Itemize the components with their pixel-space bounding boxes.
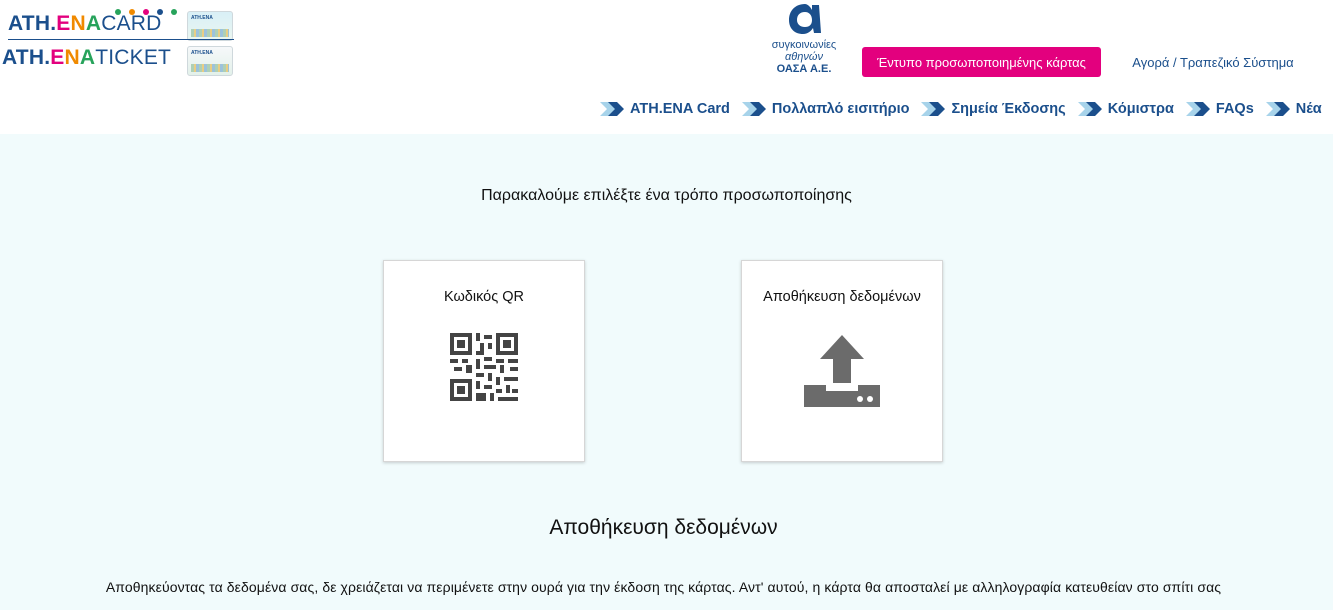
site-header: ATH.ENACARD ATH.ENA ATH.ENATICKET ATH.EN… xyxy=(0,0,1333,134)
nav-label: Σημεία Έκδοσης xyxy=(951,101,1066,117)
athena-ticket-logo[interactable]: ATH.ENATICKET ATH.ENA xyxy=(0,42,240,76)
nav-item-faqs[interactable]: FAQs xyxy=(1185,98,1254,120)
option-title: Κωδικός QR xyxy=(443,289,524,305)
oasa-line2: αθηνών xyxy=(785,51,823,63)
athena-logo[interactable]: ATH.ENACARD ATH.ENA ATH.ENATICKET ATH.EN… xyxy=(0,6,240,78)
qr-code-icon xyxy=(450,333,518,401)
nav-item-multi-ticket[interactable]: Πολλαπλό εισιτήριο xyxy=(741,98,910,120)
purchase-banking-link[interactable]: Αγορά / Τραπεζικό Σύστημα xyxy=(1124,55,1302,70)
data-storage-option[interactable]: Αποθήκευση δεδομένων xyxy=(741,260,943,462)
nav-label: Κόμιστρα xyxy=(1107,101,1174,117)
logo-card-text: ATH.ENACARD xyxy=(8,12,162,35)
nav-item-issue-points[interactable]: Σημεία Έκδοσης xyxy=(921,98,1066,120)
personalization-prompt: Παρακαλούμε επιλέξτε ένα τρόπο προσωποπο… xyxy=(481,187,852,204)
nav-label: Νέα xyxy=(1295,101,1322,117)
upload-icon xyxy=(804,335,880,407)
chevron-right-icon xyxy=(1077,102,1102,116)
nav-label: Πολλαπλό εισιτήριο xyxy=(771,101,910,117)
main-content: Παρακαλούμε επιλέξτε ένα τρόπο προσωποπο… xyxy=(0,134,1333,610)
chevron-right-icon xyxy=(1185,102,1210,116)
oasa-alpha-icon xyxy=(789,4,821,34)
nav-item-fares[interactable]: Κόμιστρα xyxy=(1077,98,1174,120)
athena-ticket-thumbnail: ATH.ENA xyxy=(187,46,233,76)
logo-divider xyxy=(8,39,234,40)
oasa-line1: συγκοινωνίες xyxy=(771,39,837,51)
nav-item-athena-card[interactable]: ATH.ENA Card xyxy=(600,98,730,120)
nav-label: ATH.ENA Card xyxy=(630,101,730,117)
chevron-right-icon xyxy=(1265,102,1290,116)
personalized-card-form-button[interactable]: Έντυπο προσωποποιημένης κάρτας xyxy=(862,47,1101,77)
chevron-right-icon xyxy=(741,102,766,116)
oasa-line3: ΟΑΣΑ Α.Ε. xyxy=(776,63,832,75)
chevron-right-icon xyxy=(921,102,946,116)
athena-card-thumbnail: ATH.ENA xyxy=(187,11,233,41)
section-title: Αποθήκευση δεδομένων xyxy=(549,516,778,539)
option-title: Αποθήκευση δεδομένων xyxy=(763,289,921,305)
athena-card-logo[interactable]: ATH.ENACARD ATH.ENA xyxy=(0,8,240,42)
nav-item-news[interactable]: Νέα xyxy=(1265,98,1322,120)
nav-label: FAQs xyxy=(1215,101,1254,117)
logo-ticket-text: ATH.ENATICKET xyxy=(2,46,172,69)
oasa-logo[interactable]: συγκοινωνίες αθηνών ΟΑΣΑ Α.Ε. xyxy=(760,2,848,78)
main-nav: ATH.ENA Card Πολλαπλό εισιτήριο Σημεία Έ… xyxy=(600,98,1333,120)
qr-code-option[interactable]: Κωδικός QR xyxy=(383,260,585,462)
section-description: Αποθηκεύοντας τα δεδομένα σας, δε χρειάζ… xyxy=(105,579,1222,595)
chevron-right-icon xyxy=(600,102,624,116)
